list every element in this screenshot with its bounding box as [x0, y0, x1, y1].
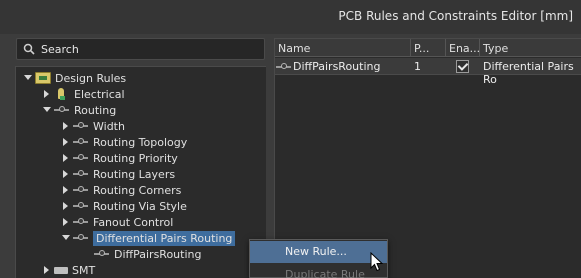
tree-node-fanout-control[interactable]: Fanout Control	[61, 214, 173, 230]
collapse-arrow-icon[interactable]	[23, 73, 33, 83]
priority-cell: 1	[414, 60, 421, 73]
expand-arrow-icon[interactable]	[61, 185, 71, 195]
column-header-priority[interactable]: P...	[414, 42, 429, 55]
menu-item-new-rule[interactable]: New Rule...	[250, 241, 387, 263]
tree-node-routing[interactable]: Routing	[42, 102, 116, 118]
expand-arrow-icon[interactable]	[42, 89, 52, 99]
rules-tree-panel: Search Design Rules Electrical Routing W…	[15, 38, 266, 278]
expand-arrow-icon[interactable]	[61, 217, 71, 227]
rules-tree[interactable]: Design Rules Electrical Routing Width Ro…	[15, 66, 266, 278]
rule-name-cell: DiffPairsRouting	[293, 60, 381, 73]
tree-node-label: DiffPairsRouting	[114, 247, 202, 261]
routing-rule-icon	[73, 202, 89, 210]
tree-node-label: Routing Corners	[93, 183, 182, 197]
routing-rule-icon	[73, 170, 89, 178]
tree-node-label: Routing Priority	[93, 151, 178, 165]
routing-rule-icon	[276, 63, 292, 71]
tree-node-label: Routing Via Style	[93, 199, 187, 213]
expand-arrow-icon[interactable]	[61, 153, 71, 163]
column-header-name[interactable]: Name	[278, 42, 310, 55]
routing-rule-icon	[73, 234, 89, 242]
expand-arrow-icon[interactable]	[61, 121, 71, 131]
tree-node-label: Design Rules	[55, 71, 127, 85]
tree-node-label: Width	[93, 119, 125, 133]
enabled-checkbox[interactable]	[456, 60, 469, 73]
tree-node-routing-priority[interactable]: Routing Priority	[61, 150, 178, 166]
routing-rule-icon	[54, 106, 70, 114]
column-header-enabled[interactable]: Ena...	[449, 42, 480, 55]
tree-node-routing-layers[interactable]: Routing Layers	[61, 166, 175, 182]
menu-item-label: Duplicate Rule	[285, 268, 365, 278]
tree-node-label: SMT	[72, 263, 96, 277]
window-title: PCB Rules and Constraints Editor [mm]	[338, 9, 573, 23]
routing-rule-icon	[73, 186, 89, 194]
menu-item-duplicate-rule[interactable]: Duplicate Rule	[250, 264, 387, 278]
search-input[interactable]: Search	[16, 38, 265, 60]
tree-node-label: Routing Layers	[93, 167, 176, 181]
context-menu: New Rule... Duplicate Rule	[249, 239, 388, 278]
routing-rule-icon	[73, 154, 89, 162]
tree-node-routing-topology[interactable]: Routing Topology	[61, 134, 187, 150]
electrical-icon	[54, 88, 70, 100]
search-placeholder: Search	[41, 43, 79, 56]
tree-node-label: Routing	[74, 103, 117, 117]
tree-node-design-rules[interactable]: Design Rules	[23, 70, 126, 86]
menu-item-label: New Rule...	[285, 245, 347, 258]
collapse-arrow-icon[interactable]	[42, 105, 52, 115]
routing-rule-icon	[94, 250, 110, 258]
type-cell: Differential Pairs Ro	[483, 60, 574, 86]
table-row[interactable]: DiffPairsRouting 1 Differential Pairs Ro	[275, 58, 581, 86]
tree-node-electrical[interactable]: Electrical	[42, 86, 125, 102]
search-icon	[23, 43, 35, 55]
tree-node-diffpairsrouting[interactable]: DiffPairsRouting	[92, 246, 201, 262]
table-header: Name P... Ena... Type	[275, 39, 581, 57]
collapse-arrow-icon[interactable]	[61, 233, 71, 243]
tree-node-label: Differential Pairs Routing	[93, 230, 236, 246]
routing-rule-icon	[73, 218, 89, 226]
title-bar: PCB Rules and Constraints Editor [mm]	[0, 0, 581, 34]
tree-node-routing-corners[interactable]: Routing Corners	[61, 182, 181, 198]
rules-folder-icon	[35, 72, 51, 84]
column-header-type[interactable]: Type	[483, 42, 508, 55]
expand-arrow-icon[interactable]	[61, 169, 71, 179]
routing-rule-icon	[73, 122, 89, 130]
tree-node-width[interactable]: Width	[61, 118, 125, 134]
expand-arrow-icon[interactable]	[61, 137, 71, 147]
routing-rule-icon	[73, 138, 89, 146]
expand-arrow-icon[interactable]	[61, 201, 71, 211]
tree-node-differential-pairs-routing[interactable]: Differential Pairs Routing	[61, 230, 236, 246]
mouse-pointer-icon	[370, 252, 384, 272]
column-divider[interactable]	[445, 39, 446, 57]
tree-node-routing-via-style[interactable]: Routing Via Style	[61, 198, 187, 214]
tree-node-label: Routing Topology	[93, 135, 188, 149]
tree-node-label: Electrical	[74, 87, 125, 101]
tree-node-label: Fanout Control	[93, 215, 174, 229]
column-divider[interactable]	[410, 39, 411, 57]
column-divider[interactable]	[479, 39, 480, 57]
tree-node-smt[interactable]: SMT	[42, 262, 95, 278]
expand-arrow-icon[interactable]	[42, 265, 52, 275]
smt-icon	[54, 266, 68, 274]
